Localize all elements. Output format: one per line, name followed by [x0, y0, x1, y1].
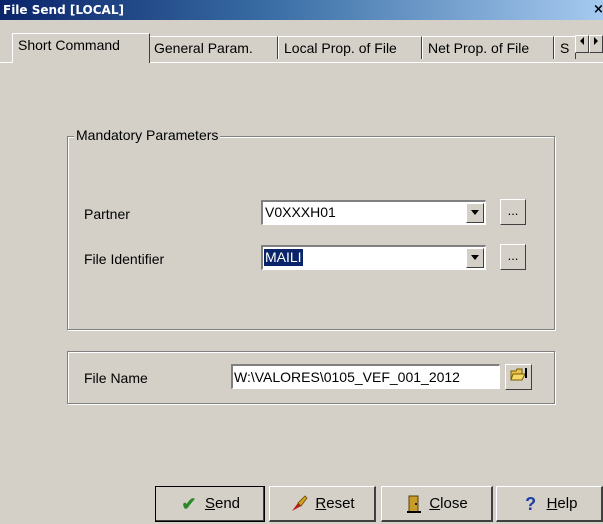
button-bar: ✔ Send Reset Close ? Help — [0, 482, 603, 524]
close-window-button[interactable]: × — [593, 2, 603, 18]
close-button-label: Close — [429, 495, 468, 512]
mandatory-parameters-group: Mandatory Parameters Partner V0XXXH01 ..… — [67, 127, 555, 330]
group-legend: Mandatory Parameters — [74, 127, 221, 143]
file-identifier-dropdown-button[interactable] — [466, 248, 484, 268]
door-exit-icon — [407, 495, 422, 513]
file-name-group: File Name W:\VALORES\0105_VEF_001_2012 — [67, 351, 555, 404]
tab-scroll-left-button[interactable] — [575, 35, 589, 53]
partner-label: Partner — [84, 206, 130, 222]
file-name-label: File Name — [84, 370, 148, 386]
brush-icon — [292, 494, 308, 511]
file-identifier-combobox[interactable]: MAILI — [261, 245, 486, 270]
partner-value: V0XXXH01 — [265, 204, 336, 220]
partner-combobox[interactable]: V0XXXH01 — [261, 200, 486, 225]
tab-general-param[interactable]: General Param. — [148, 36, 278, 59]
window-title: File Send [LOCAL] — [3, 3, 124, 17]
tab-local-prop-of-file[interactable]: Local Prop. of File — [278, 36, 422, 59]
checkmark-icon: ✔ — [181, 493, 197, 514]
tab-scroll-buttons — [575, 35, 603, 53]
reset-button[interactable]: Reset — [269, 486, 376, 522]
chevron-down-icon — [471, 255, 479, 260]
help-button[interactable]: ? Help — [496, 486, 603, 522]
tab-panel-short-command: Mandatory Parameters Partner V0XXXH01 ..… — [0, 62, 603, 483]
help-button-label: Help — [546, 495, 578, 512]
folder-browse-icon — [509, 368, 527, 381]
reset-button-label: Reset — [315, 495, 355, 512]
file-identifier-label: File Identifier — [84, 251, 165, 267]
question-icon: ? — [525, 493, 537, 514]
chevron-down-icon — [471, 210, 479, 215]
tab-scroll-right-button[interactable] — [589, 35, 603, 53]
tab-net-prop-of-file[interactable]: Net Prop. of File — [422, 36, 554, 59]
file-identifier-browse-button[interactable]: ... — [500, 244, 526, 270]
close-button[interactable]: Close — [381, 486, 493, 522]
tab-truncated[interactable]: S — [554, 36, 576, 59]
title-bar: File Send [LOCAL] × — [0, 0, 603, 20]
partner-browse-button[interactable]: ... — [500, 199, 526, 225]
file-browse-button[interactable] — [505, 364, 532, 390]
triangle-right-icon — [594, 37, 598, 45]
triangle-left-icon — [580, 37, 584, 45]
send-button-label: Send — [204, 495, 241, 512]
tab-short-command[interactable]: Short Command — [12, 33, 150, 63]
partner-dropdown-button[interactable] — [466, 203, 484, 223]
tab-strip: General Param. Local Prop. of File Net P… — [0, 20, 603, 64]
send-button[interactable]: ✔ Send — [155, 486, 265, 522]
file-name-input[interactable]: W:\VALORES\0105_VEF_001_2012 — [231, 364, 500, 389]
file-identifier-value: MAILI — [264, 249, 303, 266]
